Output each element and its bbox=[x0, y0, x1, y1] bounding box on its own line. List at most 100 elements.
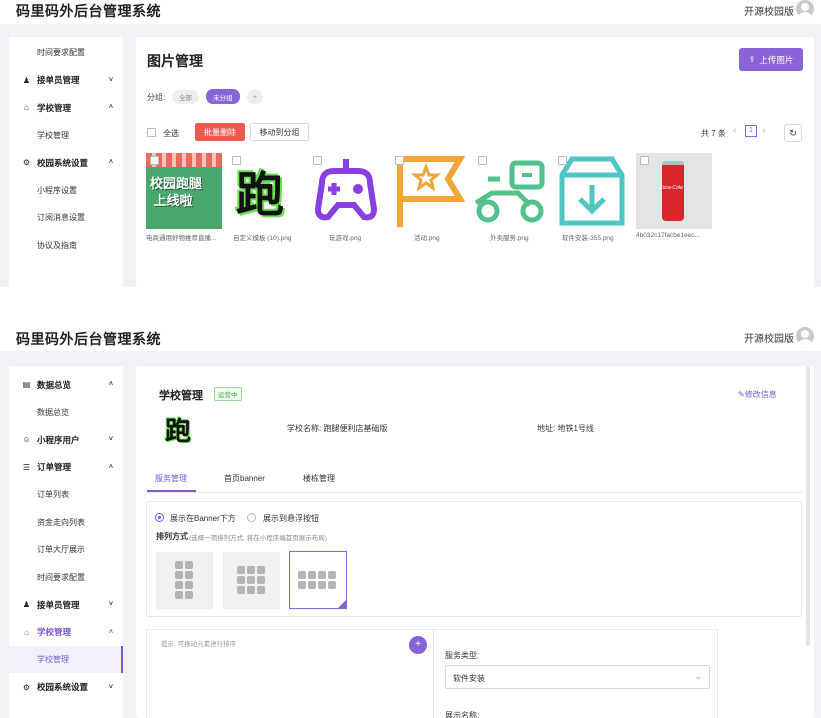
upload-icon: ⇪ bbox=[748, 55, 756, 64]
app-brand: 码里码外后台管理系统 bbox=[16, 331, 161, 347]
sidebar-group-0[interactable]: ▤ 数据总览 ˄ bbox=[9, 371, 123, 398]
radio-floating-button-label: 展示到悬浮按钮 bbox=[263, 514, 319, 523]
group-chip-all[interactable]: 全部 bbox=[172, 90, 199, 104]
upload-label: 上传图片 bbox=[759, 54, 794, 65]
edition-label[interactable]: 开源校园版 bbox=[744, 330, 794, 345]
page-current-button[interactable]: 1 bbox=[745, 125, 757, 137]
app-brand: 码里码外后台管理系统 bbox=[16, 3, 161, 19]
chevron-icon: ˄ bbox=[108, 159, 113, 166]
image-checkbox-3[interactable] bbox=[313, 156, 322, 165]
sidebar-item-5[interactable]: 小程序设置 bbox=[9, 177, 123, 204]
scrollbar[interactable] bbox=[806, 366, 810, 646]
layout-option-3x3[interactable] bbox=[223, 552, 280, 609]
add-service-button[interactable]: + bbox=[409, 636, 427, 654]
chevron-icon: ˅ bbox=[108, 436, 113, 443]
avatar[interactable] bbox=[796, 0, 814, 18]
sidebar-group-11[interactable]: ⚙ 校园系统设置 ˅ bbox=[9, 674, 123, 701]
sidebar-group-9[interactable]: ⌂ 学校管理 ˄ bbox=[9, 619, 123, 646]
school-title: 学校管理 bbox=[159, 390, 203, 402]
tab-home-banner[interactable]: 首页banner bbox=[224, 473, 265, 484]
sidebar-group-8[interactable]: ♟ 接单员管理 ˅ bbox=[9, 591, 123, 618]
service-type-select[interactable]: 软件安装 ⌄ bbox=[445, 665, 710, 689]
image-checkbox-5[interactable] bbox=[478, 156, 487, 165]
display-name-label: 展示名称: bbox=[445, 711, 480, 718]
page-next-button[interactable]: › bbox=[762, 125, 765, 136]
arrange-label: 排列方式 bbox=[156, 532, 188, 541]
add-group-chip[interactable]: + bbox=[247, 90, 263, 104]
school-icon: ⌂ bbox=[24, 103, 29, 112]
school-name: 学校名称: 跑腿便利店基础版 bbox=[287, 424, 388, 433]
layout-option-4x2[interactable] bbox=[289, 551, 347, 609]
edition-label[interactable]: 开源校园版 bbox=[744, 3, 794, 18]
service-form-panel: 服务类型: 软件安装 ⌄ 展示名称: bbox=[434, 629, 718, 718]
tab-service-management[interactable]: 服务管理 bbox=[155, 473, 187, 484]
chevron-icon: ˅ bbox=[108, 683, 113, 691]
layout-settings-panel: 展示在Banner下方 展示到悬浮按钮 排列方式 (选择一项排列方式, 将在小程… bbox=[146, 501, 802, 617]
sidebar-group-1[interactable]: ♟ 接单员管理 ˅ bbox=[9, 67, 123, 94]
group-label: 分组: bbox=[147, 93, 166, 102]
arrange-hint: (选择一项排列方式, 将在小程序端首页展示布局) bbox=[189, 535, 327, 542]
image-caption-3: 玩游戏.png bbox=[329, 235, 362, 242]
school-logo: 跑 bbox=[165, 416, 192, 446]
service-type-value: 软件安装 bbox=[453, 674, 485, 683]
image-checkbox-2[interactable] bbox=[232, 156, 241, 165]
image-checkbox-7[interactable] bbox=[640, 156, 649, 165]
edit-info-link[interactable]: ✎修改信息 bbox=[738, 389, 777, 400]
layout-option-2x4[interactable] bbox=[156, 552, 213, 609]
image-caption-5: 外卖服务.png bbox=[490, 235, 529, 242]
page-prev-button[interactable]: ‹ bbox=[733, 125, 736, 136]
settings-icon: ⚙ bbox=[22, 682, 31, 692]
image-checkbox-6[interactable] bbox=[558, 156, 567, 165]
courier-icon: ♟ bbox=[22, 600, 31, 609]
chevron-icon: ˄ bbox=[108, 463, 113, 471]
sidebar-group-4[interactable]: ⚙ 校园系统设置 ˄ bbox=[9, 149, 123, 176]
sidebar-item-6[interactable]: 订阅消息设置 bbox=[9, 204, 123, 231]
chevron-icon: ˄ bbox=[108, 381, 113, 388]
school-card: 学校管理 运营中 ✎修改信息 跑 学校名称: 跑腿便利店基础版 地址: 地铁1号… bbox=[136, 366, 814, 718]
group-chip-ungrouped[interactable]: 未分组 bbox=[206, 89, 240, 104]
school-icon: ⌂ bbox=[24, 627, 29, 637]
chevron-icon: ˄ bbox=[108, 104, 113, 111]
select-all-checkbox[interactable] bbox=[147, 128, 156, 137]
selected-corner-icon bbox=[338, 600, 346, 608]
top-bar: 码里码外后台管理系统 开源校园版 bbox=[0, 321, 821, 351]
courier-icon: ♟ bbox=[22, 75, 31, 85]
sidebar: ▤ 数据总览 ˄ 数据总览 ☺ 小程序用户 ˅ ☰ 订单管理 ˄ 订单列表 资金走向列表 订单大厅展示时… bbox=[9, 366, 123, 718]
service-sort-panel: 提示: 可拖动元素进行排序 + bbox=[146, 629, 434, 718]
sidebar-group-3[interactable]: ☰ 订单管理 ˄ bbox=[9, 454, 123, 481]
status-badge: 运营中 bbox=[214, 387, 242, 401]
upload-button[interactable]: ⇪ 上传图片 bbox=[739, 48, 803, 71]
total-count: 共 7 条 bbox=[701, 129, 726, 138]
image-checkbox-1[interactable] bbox=[150, 156, 159, 165]
sidebar-item-0[interactable]: 时间要求配置 bbox=[9, 39, 123, 66]
sidebar-item-4[interactable]: 订单列表 bbox=[9, 481, 123, 508]
sidebar: 时间要求配置 ♟ 接单员管理 ˅ ⌂ 学校管理 ˄ 学校管理 ⚙ 校园系统设置 ˄ 小程序设置 订阅消息… bbox=[9, 37, 123, 287]
sidebar-group-2[interactable]: ☺ 小程序用户 ˅ bbox=[9, 426, 123, 453]
sidebar-group-label: 校园系统设置 bbox=[37, 682, 89, 692]
avatar[interactable] bbox=[796, 327, 814, 345]
sidebar-item-3[interactable]: 学校管理 bbox=[9, 122, 123, 149]
run-logo-text: 跑 bbox=[236, 169, 285, 222]
sidebar-item-6[interactable]: 订单大厅展示 bbox=[9, 536, 123, 563]
sidebar-item-1[interactable]: 数据总览 bbox=[9, 399, 123, 426]
sidebar-item-7[interactable]: 时间要求配置 bbox=[9, 564, 123, 591]
sidebar-item-7[interactable]: 协议及指南 bbox=[9, 232, 123, 259]
sidebar-item-10[interactable]: 学校管理 bbox=[9, 646, 123, 673]
sidebar-group-label: 订单管理 bbox=[37, 462, 72, 472]
radio-below-banner[interactable] bbox=[155, 513, 164, 522]
refresh-button[interactable]: ↻ bbox=[784, 124, 802, 142]
sidebar-group-2[interactable]: ⌂ 学校管理 ˄ bbox=[9, 94, 123, 121]
top-bar: 码里码外后台管理系统 开源校园版 bbox=[0, 0, 821, 24]
sidebar-item-5[interactable]: 资金走向列表 bbox=[9, 509, 123, 536]
users-icon: ☺ bbox=[22, 435, 31, 444]
batch-delete-button[interactable]: 批量删除 bbox=[195, 123, 245, 141]
radio-floating-button[interactable] bbox=[247, 513, 256, 522]
image-caption-1: 电商通用好物推荐直播... bbox=[146, 235, 217, 242]
chevron-icon: ˄ bbox=[108, 628, 113, 636]
image-card: 图片管理 ⇪ 上传图片 分组: 全部 未分组 + 全选 批量删除 移动到分组 共… bbox=[136, 37, 814, 287]
tab-building-management[interactable]: 楼栋管理 bbox=[303, 473, 335, 484]
move-to-group-button[interactable]: 移动到分组 bbox=[250, 123, 309, 141]
screenshot-school-management: 码里码外后台管理系统 开源校园版 ▤ 数据总览 ˄ 数据总览 ☺ 小程序用户 ˅ ☰ 订单管理 ˄… bbox=[0, 321, 821, 718]
tab-divider bbox=[147, 492, 803, 493]
image-checkbox-4[interactable] bbox=[395, 156, 404, 165]
